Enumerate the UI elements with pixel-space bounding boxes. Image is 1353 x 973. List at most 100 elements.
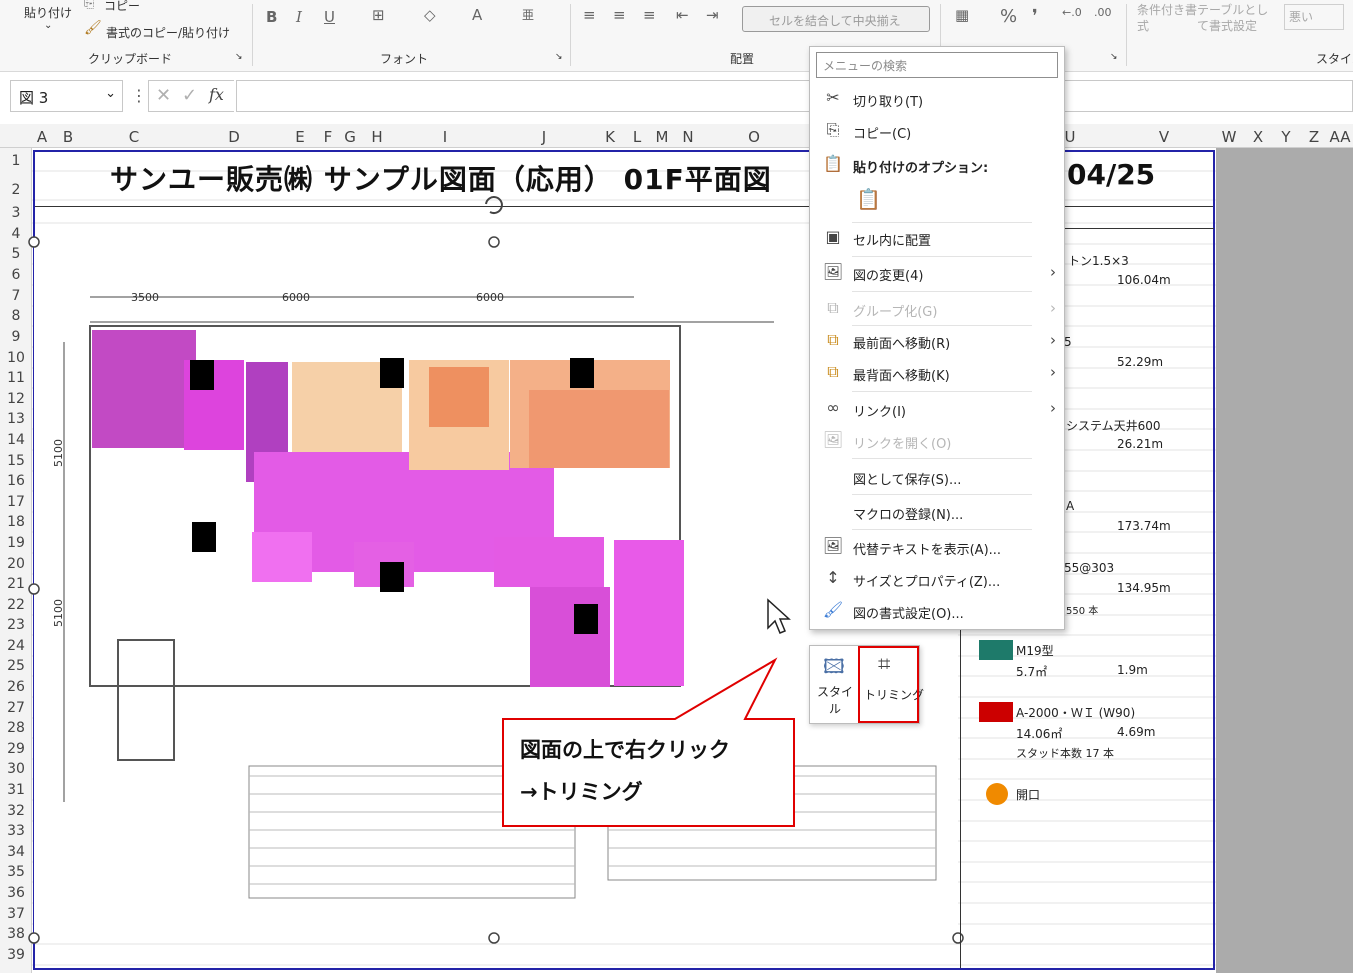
column-header[interactable]: H: [369, 128, 385, 146]
menu-item-save-as-picture[interactable]: 図として保存(S)...: [810, 464, 1064, 490]
column-header[interactable]: K: [602, 128, 618, 146]
scissors-icon: ✂: [826, 88, 840, 107]
menu-item-send-back[interactable]: ⧉ 最背面へ移動(K) ›: [810, 360, 1064, 386]
comma-icon[interactable]: ❜: [1032, 6, 1038, 27]
alt-text-icon: 🖼: [822, 536, 844, 555]
conditional-format-button[interactable]: 条件付き書式: [1137, 2, 1197, 34]
crop-highlight: [858, 646, 919, 723]
column-header[interactable]: C: [126, 128, 142, 146]
menu-item-place-in-cell[interactable]: ▣ セル内に配置: [810, 225, 1064, 251]
name-box[interactable]: 図 3 ⌄: [10, 80, 123, 112]
legend-swatch-opening: [986, 783, 1008, 805]
legend-text: A: [1066, 499, 1075, 513]
column-header[interactable]: A: [36, 128, 48, 146]
ribbon-divider: [252, 4, 253, 66]
align-right-icon[interactable]: ≡: [643, 6, 656, 24]
style-button[interactable]: 🖾 スタイル: [811, 648, 857, 722]
number-format-icon[interactable]: ▦: [955, 6, 969, 24]
column-header[interactable]: W: [1220, 128, 1238, 146]
style-bad-button[interactable]: 悪い: [1284, 4, 1344, 30]
dialog-launcher-icon[interactable]: ↘: [1110, 52, 1118, 62]
column-header[interactable]: F: [320, 128, 336, 146]
chevron-down-icon[interactable]: ⌄: [105, 86, 116, 101]
cancel-icon[interactable]: ✕: [156, 85, 171, 106]
column-header[interactable]: B: [60, 128, 76, 146]
decrease-indent-icon[interactable]: ⇤: [676, 6, 689, 24]
format-painter-button[interactable]: 書式のコピー/貼り付け: [106, 24, 230, 41]
column-header[interactable]: J: [538, 128, 550, 146]
merge-center-button[interactable]: セルを結合して中央揃え: [742, 6, 930, 32]
column-header[interactable]: D: [226, 128, 242, 146]
increase-indent-icon[interactable]: ⇥: [706, 6, 719, 24]
ribbon: 貼り付け ⌄ ⎘ コピー 🖌 書式のコピー/貼り付け クリップボード ↘ B I…: [0, 0, 1353, 72]
column-header[interactable]: L: [630, 128, 644, 146]
bold-icon[interactable]: B: [266, 8, 277, 26]
menu-item-assign-macro[interactable]: マクロの登録(N)...: [810, 499, 1064, 525]
menu-item-copy[interactable]: ⎘ コピー(C): [810, 118, 1064, 144]
column-header[interactable]: V: [1156, 128, 1172, 146]
ribbon-divider: [1126, 4, 1127, 66]
decrease-decimal-icon[interactable]: .00: [1094, 6, 1112, 19]
group-font-label: フォント: [380, 52, 429, 66]
ribbon-divider: [570, 4, 571, 66]
column-header[interactable]: N: [680, 128, 696, 146]
column-header[interactable]: X: [1250, 128, 1266, 146]
percent-icon[interactable]: %: [1000, 6, 1017, 27]
legend-swatch-m19: [979, 640, 1013, 660]
font-color-icon[interactable]: A: [472, 6, 482, 24]
menu-separator: [852, 222, 1032, 223]
borders-icon[interactable]: ⊞: [372, 6, 385, 24]
column-header[interactable]: I: [440, 128, 450, 146]
menu-item-bring-front[interactable]: ⧉ 最前面へ移動(R) ›: [810, 328, 1064, 354]
size-properties-icon: ↕: [826, 568, 840, 587]
style-label: スタイル: [816, 685, 853, 716]
menu-item-label: マクロの登録(N)...: [853, 508, 964, 523]
menu-item-label: セル内に配置: [853, 234, 932, 249]
menu-item-link[interactable]: ∞ リンク(I) ›: [810, 396, 1064, 422]
phonetic-icon[interactable]: 亜: [522, 6, 534, 23]
legend-text: 550 本: [1066, 606, 1099, 617]
callout-line2: →トリミング: [520, 780, 643, 804]
underline-icon[interactable]: U: [324, 8, 335, 26]
increase-decimal-icon[interactable]: ←.0: [1062, 6, 1082, 19]
align-center-icon[interactable]: ≡: [613, 6, 626, 24]
menu-search-input[interactable]: メニューの検索: [816, 52, 1058, 78]
paste-dropdown-icon[interactable]: ⌄: [44, 20, 52, 31]
change-picture-icon: 🖼: [822, 262, 844, 281]
fill-color-icon[interactable]: ◇: [424, 6, 436, 24]
dialog-launcher-icon[interactable]: ↘: [555, 52, 563, 62]
column-header[interactable]: G: [342, 128, 358, 146]
format-as-table-button[interactable]: テーブルとして書式設定: [1197, 2, 1273, 34]
more-icon[interactable]: ⋮: [131, 86, 147, 105]
copy-button[interactable]: コピー: [104, 0, 140, 14]
menu-item-size-properties[interactable]: ↕ サイズとプロパティ(Z)...: [810, 566, 1064, 592]
menu-item-paste-options: 📋 貼り付けのオプション:: [810, 152, 1064, 178]
column-header[interactable]: AA: [1328, 128, 1352, 146]
italic-icon[interactable]: I: [296, 8, 302, 26]
dialog-launcher-icon[interactable]: ↘: [235, 52, 243, 62]
menu-separator: [852, 256, 1032, 257]
chevron-right-icon: ›: [1050, 363, 1056, 381]
paste-picture-button[interactable]: 📋: [850, 185, 882, 215]
legend-text: トン1.5×3: [1068, 254, 1129, 268]
column-header[interactable]: E: [292, 128, 308, 146]
sheet-title-date: 04/25: [1067, 158, 1156, 191]
menu-item-alt-text[interactable]: 🖼 代替テキストを表示(A)...: [810, 534, 1064, 560]
check-icon[interactable]: ✓: [182, 85, 197, 106]
menu-item-change-picture[interactable]: 🖼 図の変更(4) ›: [810, 260, 1064, 286]
column-header[interactable]: Y: [1278, 128, 1294, 146]
paste-button[interactable]: 貼り付け: [24, 4, 72, 21]
fx-icon[interactable]: fx: [209, 85, 224, 104]
align-left-icon[interactable]: ≡: [583, 6, 596, 24]
link-icon: ∞: [826, 398, 840, 417]
column-header[interactable]: Z: [1306, 128, 1322, 146]
column-header[interactable]: O: [746, 128, 762, 146]
formula-input[interactable]: [236, 80, 1353, 112]
open-link-icon: 🖼: [822, 430, 844, 449]
menu-item-format-picture[interactable]: 🖌 図の書式設定(O)...: [810, 598, 1064, 624]
column-header[interactable]: M: [654, 128, 670, 146]
menu-separator: [852, 391, 1032, 392]
out-of-print-area: [1216, 148, 1353, 973]
menu-item-cut[interactable]: ✂ 切り取り(T): [810, 86, 1064, 112]
legend-label-a2000: A-2000・ＷＩ (W90): [1016, 706, 1136, 720]
